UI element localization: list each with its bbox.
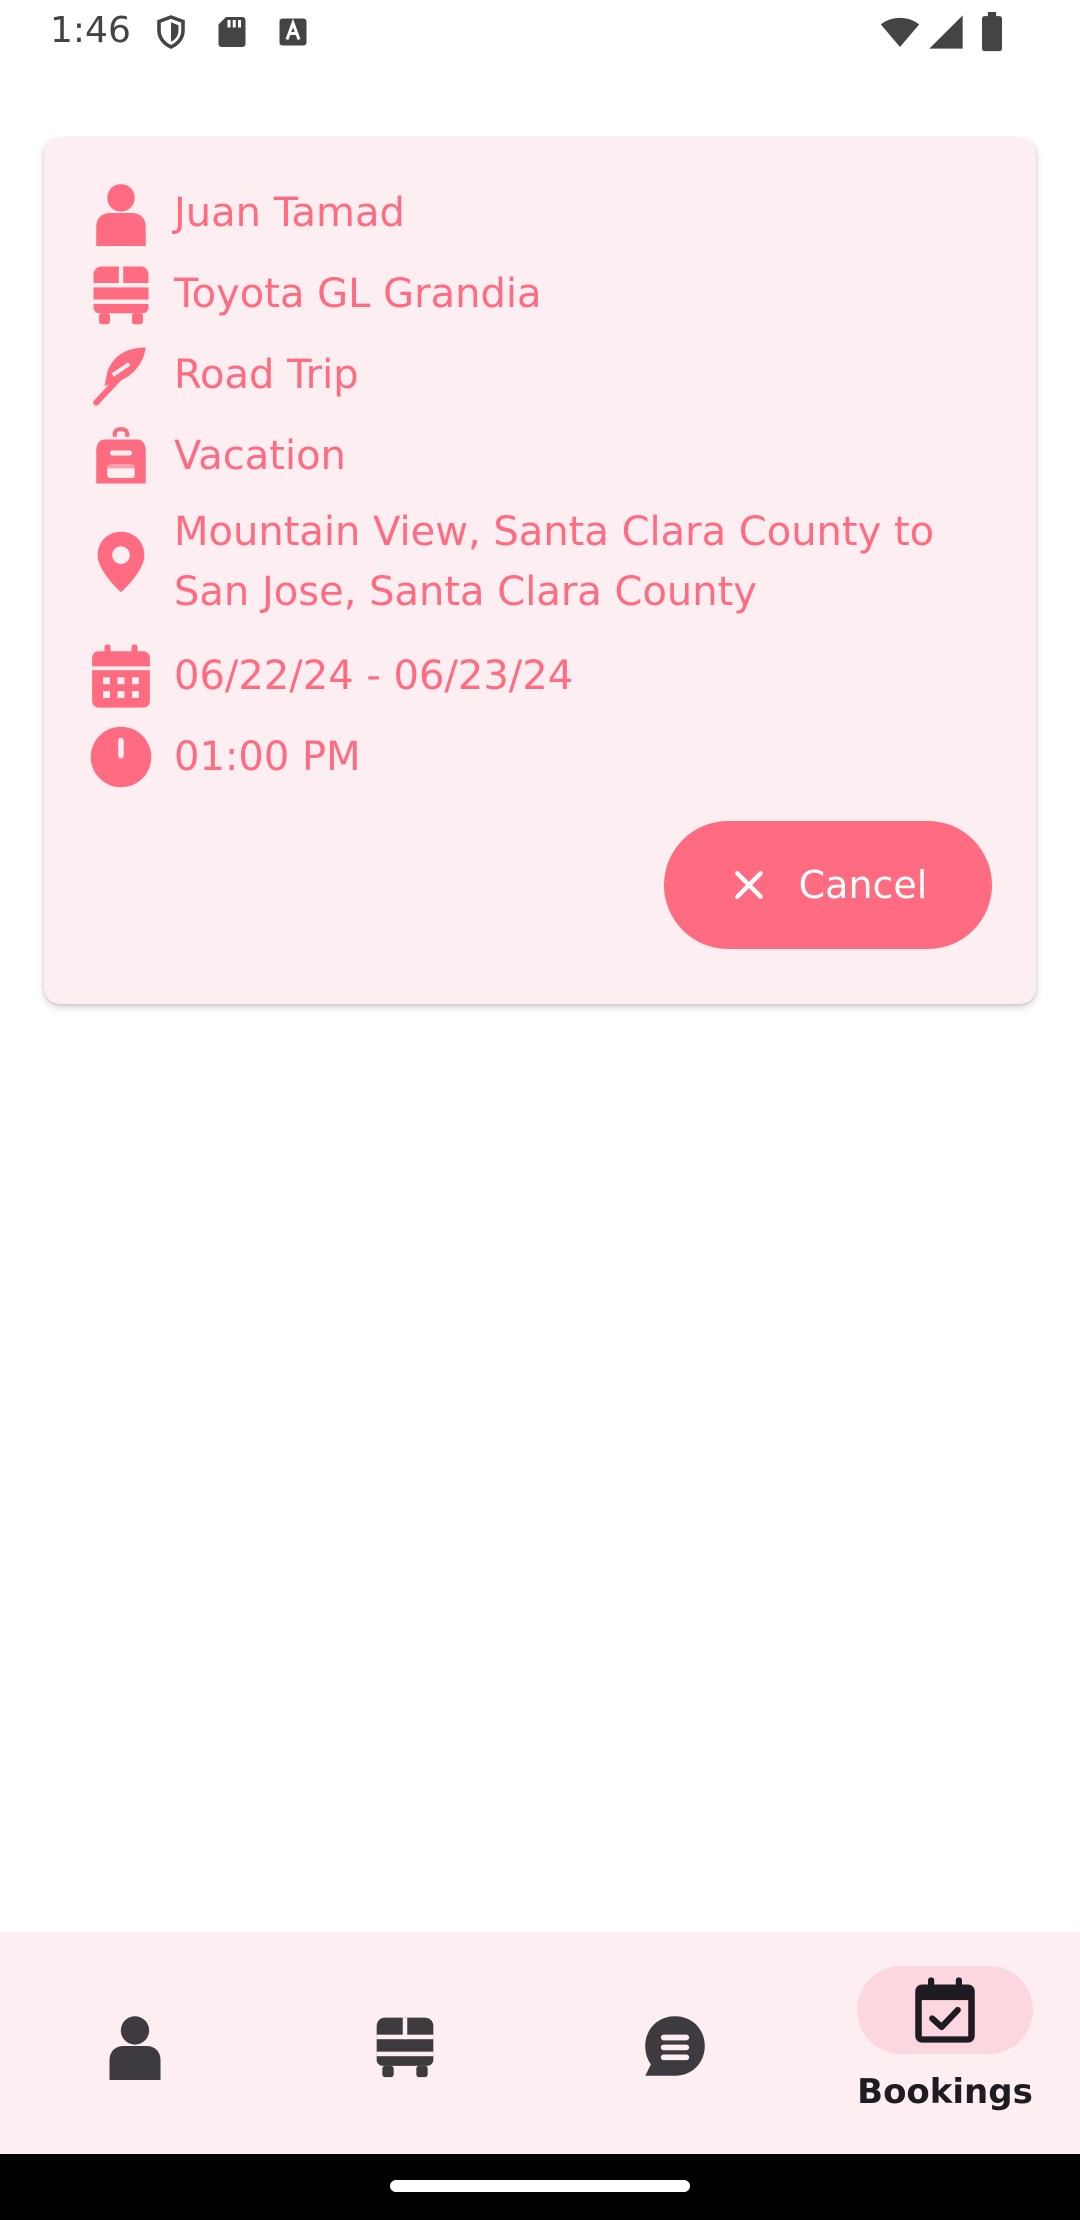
person-icon — [86, 178, 156, 248]
booking-name-row: Juan Tamad — [86, 178, 1006, 248]
bottom-navigation: Bookings — [0, 1932, 1080, 2154]
status-bar: 1:46 — [0, 0, 1080, 66]
gesture-bar — [0, 2154, 1080, 2220]
booking-trip-type: Road Trip — [174, 352, 359, 398]
booking-dates: 06/22/24 - 06/23/24 — [174, 653, 574, 699]
booking-dates-row: 06/22/24 - 06/23/24 — [86, 641, 1006, 711]
status-time: 1:46 — [50, 10, 131, 51]
bus-icon — [376, 2017, 434, 2078]
wifi-icon — [880, 17, 920, 47]
nav-item-messages[interactable] — [540, 1932, 810, 2154]
booking-card: Juan Tamad Toyota GL Grandia Road Trip V… — [44, 138, 1036, 1004]
keyboard-a-icon — [279, 18, 307, 46]
person-icon — [109, 2016, 161, 2080]
booking-name: Juan Tamad — [174, 190, 405, 236]
booking-purpose-row: Vacation — [86, 421, 1006, 491]
sd-card-icon — [218, 17, 246, 47]
nav-item-profile[interactable] — [0, 1932, 270, 2154]
shield-icon — [157, 15, 185, 49]
calendar-icon — [86, 641, 156, 711]
location-pin-icon — [86, 527, 156, 597]
chat-icon — [645, 2016, 705, 2076]
close-icon — [734, 871, 763, 899]
booking-route-line2: San Jose, Santa Clara County — [174, 569, 757, 615]
home-gesture-handle[interactable] — [390, 2180, 690, 2192]
cancel-button[interactable]: Cancel — [664, 821, 992, 949]
booking-time-row: 01:00 PM — [86, 722, 1006, 792]
calendar-check-icon — [915, 1977, 975, 2043]
booking-trip-type-row: Road Trip — [86, 340, 1006, 410]
bus-icon — [86, 259, 156, 329]
feather-icon — [86, 340, 156, 410]
backpack-icon — [86, 421, 156, 491]
battery-icon — [982, 12, 1002, 52]
booking-vehicle: Toyota GL Grandia — [174, 271, 542, 317]
booking-time: 01:00 PM — [174, 734, 361, 780]
signal-icon — [929, 15, 963, 49]
booking-route: Mountain View, Santa Clara County to San… — [174, 502, 934, 622]
booking-purpose: Vacation — [174, 433, 346, 479]
booking-route-line1: Mountain View, Santa Clara County to — [174, 509, 935, 555]
cancel-button-label: Cancel — [798, 863, 928, 907]
booking-vehicle-row: Toyota GL Grandia — [86, 259, 1006, 329]
clock-icon — [86, 722, 156, 792]
nav-item-bookings-label: Bookings — [857, 2072, 1033, 2112]
nav-item-bookings[interactable]: Bookings — [810, 1932, 1080, 2154]
nav-item-vehicles[interactable] — [270, 1932, 540, 2154]
booking-route-row: Mountain View, Santa Clara County to San… — [86, 502, 1006, 622]
